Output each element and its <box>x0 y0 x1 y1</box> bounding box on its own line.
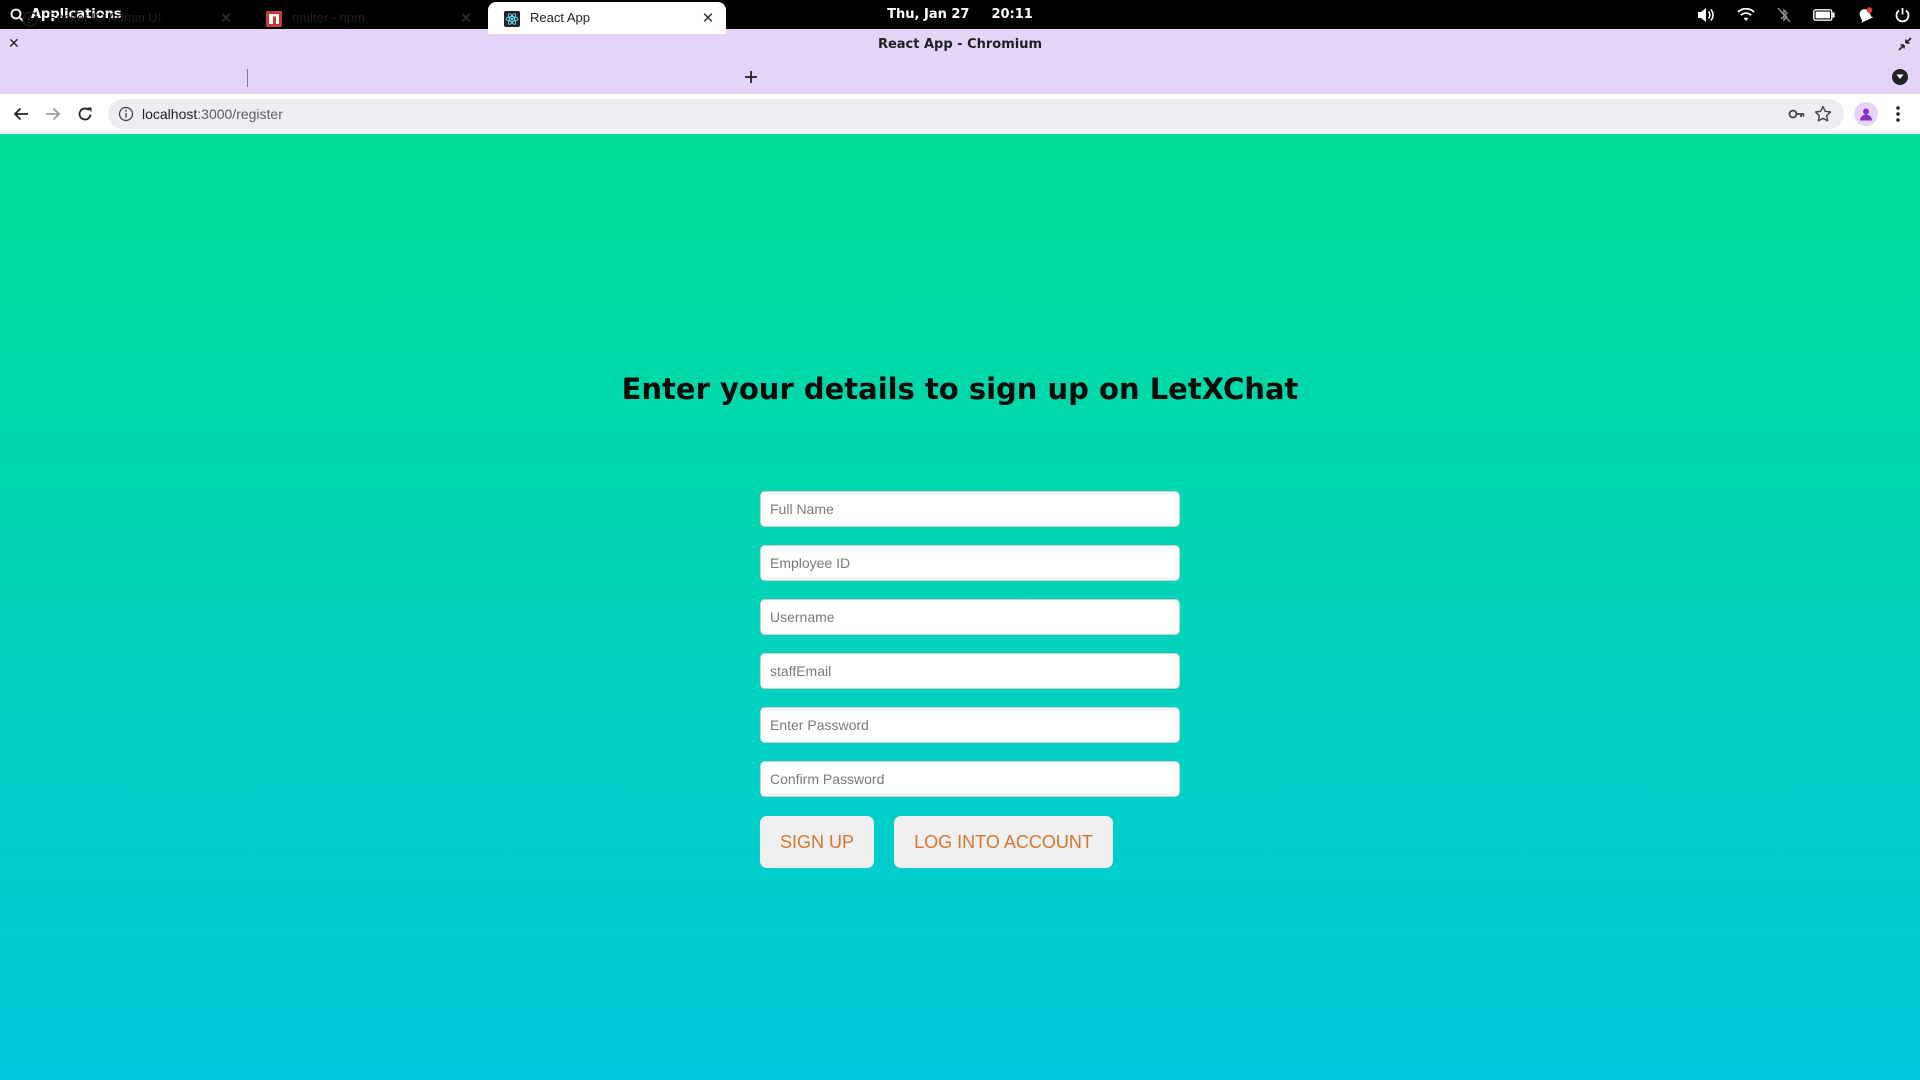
profile-avatar[interactable] <box>1854 102 1878 126</box>
bluetooth-off-icon[interactable] <box>1777 7 1791 23</box>
tab-react-app[interactable]: React App ✕ <box>488 2 726 34</box>
wifi-icon[interactable] <box>1737 7 1755 22</box>
log-into-account-button[interactable]: LOG INTO ACCOUNT <box>894 816 1113 868</box>
sign-up-button[interactable]: SIGN UP <box>760 816 874 868</box>
url-text[interactable]: localhost:3000/register <box>142 99 283 129</box>
tab-strip <box>0 60 1920 94</box>
tab-separator <box>247 69 248 87</box>
tab-label: multer - npm <box>292 10 365 25</box>
page-title: Enter your details to sign up on LetXCha… <box>621 372 1299 406</box>
volume-icon[interactable] <box>1697 7 1715 23</box>
address-bar[interactable]: localhost:3000/register <box>108 99 1844 129</box>
browser-menu-button[interactable] <box>1888 102 1908 126</box>
password-key-icon[interactable] <box>1788 106 1806 127</box>
notification-bell-icon[interactable] <box>1857 6 1873 23</box>
arrow-right-icon <box>46 107 61 121</box>
site-info-icon[interactable] <box>118 106 134 127</box>
employee-id-field[interactable] <box>760 545 1180 581</box>
url-path: :3000/register <box>197 106 283 122</box>
plus-icon <box>745 71 757 83</box>
tab-label: React App <box>530 10 590 25</box>
battery-icon[interactable] <box>1813 8 1835 21</box>
back-button[interactable] <box>9 102 33 126</box>
browser-toolbar: localhost:3000/register <box>0 94 1920 134</box>
react-icon <box>504 11 520 27</box>
power-icon[interactable] <box>1895 7 1910 23</box>
new-tab-button[interactable] <box>738 64 764 90</box>
url-host: localhost <box>142 106 198 122</box>
close-icon[interactable]: ✕ <box>458 10 474 27</box>
reload-icon <box>78 107 92 121</box>
staff-email-field[interactable] <box>760 653 1180 689</box>
system-tray[interactable] <box>1697 0 1910 29</box>
tab-socketio-admin[interactable]: Socket.IO Admin UI ✕ <box>6 2 244 34</box>
tab-label: Socket.IO Admin UI <box>48 10 162 25</box>
person-icon <box>1860 108 1872 121</box>
confirm-password-field[interactable] <box>760 761 1180 797</box>
tab-search-button[interactable] <box>1892 69 1908 85</box>
arrow-left-icon <box>13 107 28 121</box>
clock-date: Thu, Jan 27 <box>887 7 970 22</box>
full-name-field[interactable] <box>760 491 1180 527</box>
register-page: Enter your details to sign up on LetXCha… <box>0 134 1920 1080</box>
username-field[interactable] <box>760 599 1180 635</box>
window-restore-icon[interactable] <box>1898 37 1912 55</box>
reload-button[interactable] <box>73 102 97 126</box>
bookmark-star-icon[interactable] <box>1814 105 1832 128</box>
password-field[interactable] <box>760 707 1180 743</box>
close-icon[interactable]: ✕ <box>700 10 716 27</box>
forward-button[interactable] <box>41 102 65 126</box>
clock-time: 20:11 <box>991 7 1033 22</box>
socketio-icon <box>22 11 38 27</box>
kebab-menu-icon <box>1896 106 1900 122</box>
tab-multer-npm[interactable]: multer - npm ✕ <box>250 2 484 34</box>
close-icon[interactable]: ✕ <box>218 10 234 27</box>
chevron-down-icon <box>1896 74 1904 79</box>
npm-icon <box>266 11 282 27</box>
